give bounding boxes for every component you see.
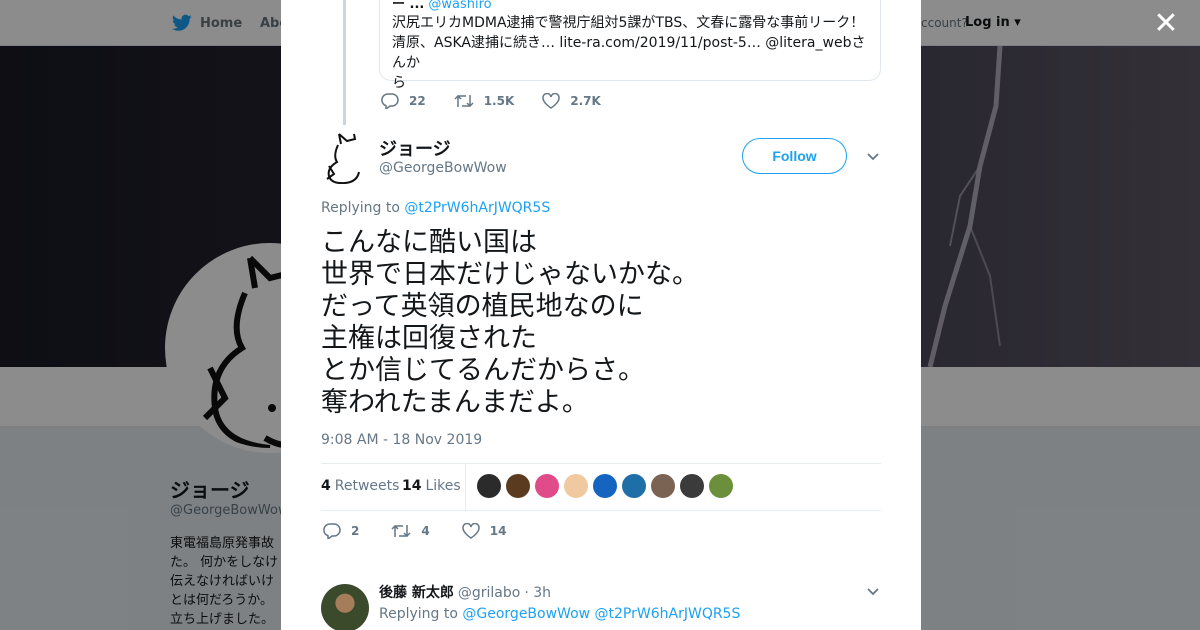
tweet-actions: 2 4 14	[323, 523, 506, 539]
reply-count: 2	[351, 524, 360, 538]
author-handle[interactable]: @GeorgeBowWow	[379, 160, 507, 176]
retweets-stat-label: Retweets	[334, 478, 400, 494]
reply-count: 22	[409, 94, 426, 108]
reply-icon	[323, 523, 341, 539]
likes-stat-label: Likes	[425, 478, 461, 494]
quoted-handle: @washiro	[428, 0, 492, 12]
tweet-text-line: だって英領の植民地なのに	[321, 291, 644, 322]
liker-avatars	[477, 474, 733, 498]
liker-avatar[interactable]	[477, 474, 501, 498]
like-button[interactable]: 14	[461, 523, 507, 539]
tweet-stats: 4 Retweets 14 Likes	[321, 463, 881, 511]
liker-avatar[interactable]	[680, 474, 704, 498]
reply-header: 後藤 新太郎 @grilabo · 3h	[379, 582, 551, 602]
reply-author-handle[interactable]: @grilabo	[458, 585, 520, 601]
like-count: 2.7K	[570, 94, 601, 108]
tweet-permalink-modal: ー ... @washiro 沢尻エリカMDMA逮捕で警視庁組対5課がTBS、文春…	[281, 0, 921, 630]
likes-stat[interactable]: 14 Likes	[402, 478, 461, 494]
like-icon	[461, 523, 480, 539]
retweets-stat-count: 4	[321, 478, 331, 494]
close-icon[interactable]: ✕	[1153, 9, 1179, 39]
reply-replying-to: Replying to @GeorgeBowWow @t2PrW6hArJWQR…	[379, 606, 740, 622]
author-name[interactable]: ジョージ	[379, 135, 451, 161]
tweet-text-line: 奪われたまんまだよ。	[321, 387, 589, 418]
tweet-text-line: 世界で日本だけじゃないかな。	[321, 259, 699, 290]
chevron-down-icon[interactable]	[865, 583, 881, 599]
replying-mention-link[interactable]: @t2PrW6hArJWQR5S	[404, 200, 550, 216]
likes-stat-count: 14	[402, 478, 422, 494]
retweet-icon	[391, 524, 411, 538]
chevron-down-icon[interactable]	[865, 148, 881, 164]
reply-replying-prefix: Replying to	[379, 606, 458, 622]
quoted-tweet-text: 沢尻エリカMDMA逮捕で警視庁組対5課がTBS、文春に露骨な事前リーク！ 清原、…	[392, 13, 868, 93]
replying-to: Replying to @t2PrW6hArJWQR5S	[321, 200, 550, 216]
like-icon	[542, 93, 561, 109]
like-count: 14	[489, 524, 507, 538]
quoted-text-line: 清原、ASKA逮捕に続き… lite-ra.com/2019/11/post-5…	[392, 35, 866, 71]
retweet-button[interactable]: 4	[391, 523, 430, 539]
retweet-button[interactable]: 1.5K	[454, 93, 515, 109]
thread-connector	[343, 0, 346, 125]
tweet-text-line: こんなに酷い国は	[321, 227, 537, 258]
retweet-icon	[454, 94, 474, 108]
quoted-text-line: 沢尻エリカMDMA逮捕で警視庁組対5課がTBS、文春に露骨な事前リーク！	[392, 15, 865, 31]
liker-avatar[interactable]	[506, 474, 530, 498]
stats-divider	[465, 464, 466, 511]
follow-button[interactable]: Follow	[742, 138, 847, 174]
quoted-text-line: ら	[392, 75, 406, 91]
tweet-text: こんなに酷い国は 世界で日本だけじゃないかな。 だって英領の植民地なのに 主権は…	[321, 227, 699, 419]
liker-avatar[interactable]	[593, 474, 617, 498]
reply-author-avatar[interactable]	[321, 584, 369, 630]
reply-replying-mentions[interactable]: @GeorgeBowWow @t2PrW6hArJWQR5S	[462, 606, 740, 622]
liker-avatar[interactable]	[651, 474, 675, 498]
reply-button[interactable]: 2	[323, 523, 359, 539]
reply-time[interactable]: · 3h	[524, 585, 551, 601]
liker-avatar[interactable]	[622, 474, 646, 498]
reply-icon	[381, 93, 399, 109]
reply-button[interactable]: 22	[381, 93, 426, 109]
tweet-text-line: とか信じてるんだからさ。	[321, 355, 645, 386]
reply-author-name[interactable]: 後藤 新太郎	[379, 585, 454, 601]
retweets-stat[interactable]: 4 Retweets	[321, 478, 399, 494]
retweet-count: 1.5K	[483, 94, 515, 108]
tweet-timestamp[interactable]: 9:08 AM - 18 Nov 2019	[321, 432, 482, 448]
liker-avatar[interactable]	[564, 474, 588, 498]
liker-avatar[interactable]	[535, 474, 559, 498]
quoted-tweet-header: ー ... @washiro	[392, 0, 868, 13]
previous-tweet-actions: 22 1.5K 2.7K	[381, 93, 601, 109]
quoted-tweet-card[interactable]: ー ... @washiro 沢尻エリカMDMA逮捕で警視庁組対5課がTBS、文春…	[379, 0, 881, 91]
liker-avatar[interactable]	[709, 474, 733, 498]
like-button[interactable]: 2.7K	[542, 93, 601, 109]
replying-prefix: Replying to	[321, 200, 400, 216]
quoted-author: ー ...	[392, 0, 425, 12]
retweet-count: 4	[421, 524, 430, 538]
tweet-text-line: 主権は回復された	[321, 323, 537, 354]
author-avatar[interactable]	[321, 132, 369, 184]
